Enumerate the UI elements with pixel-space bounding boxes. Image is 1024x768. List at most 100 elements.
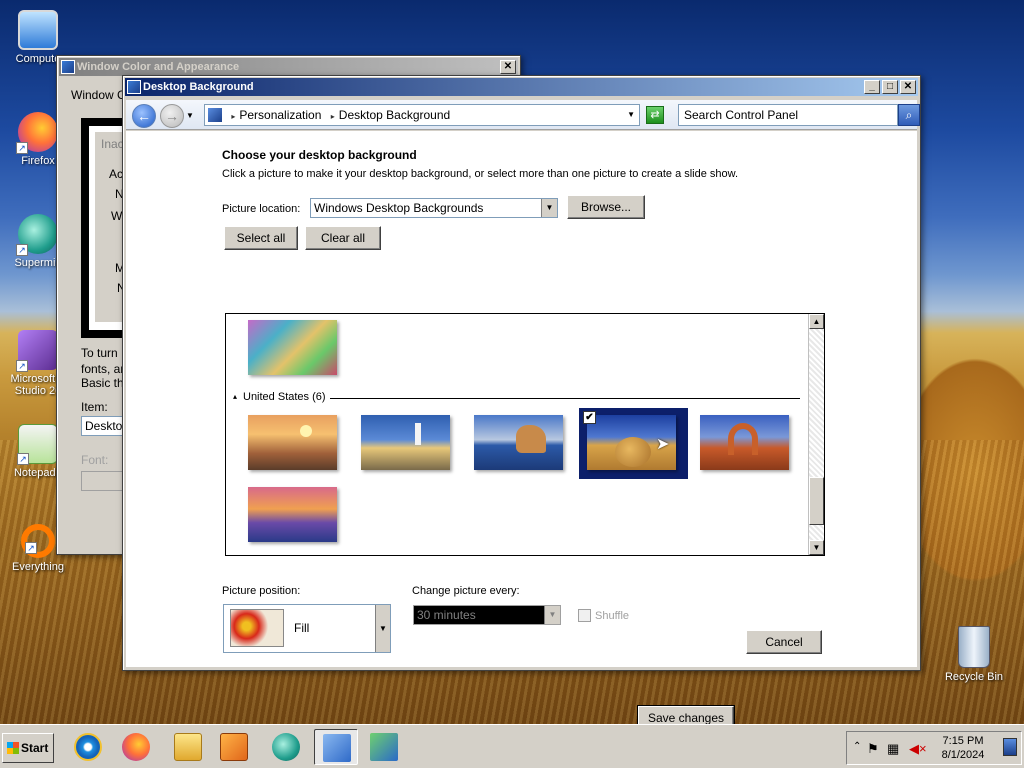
desktop-background-title: Desktop Background [143,81,254,93]
firefox-icon [122,733,150,761]
gallery-scrollbar[interactable]: ▲ ▼ [808,314,824,555]
back-arrow-icon[interactable]: ← [132,104,156,128]
windows-logo-icon [7,742,19,754]
wallpaper-thumb-us-6[interactable] [248,487,337,542]
sunflower-preview-icon [230,609,284,647]
chevron-down-icon[interactable]: ▼ [375,605,390,652]
breadcrumb-separator-icon: ▸ [231,112,236,121]
display-settings-icon [370,733,398,761]
firefox-icon: ↗ [16,112,58,154]
picture-position-value: Fill [294,621,310,635]
picture-position-select[interactable]: Fill ▼ [223,604,391,653]
instructions-line-1: To turn [81,346,118,360]
preview-active-label: Ac [109,167,124,181]
preview-inactive-label: Inac [101,137,124,151]
selected-checkbox-icon[interactable]: ✔ [583,411,596,424]
taskbar-app-firefox[interactable] [114,729,158,765]
taskbar: Start ⌃ ⚑ ▦ ◀× 7:15 PM 8/1/2024 [0,724,1024,768]
breadcrumb-separator-icon: ▸ [330,112,335,121]
picture-location-value: Windows Desktop Backgrounds [314,201,484,215]
preview-window-text: W [111,209,123,223]
desktop-background-window[interactable]: Desktop Background _ □ ✕ ← → ▼ ▸ Personal… [122,75,921,731]
taskbar-app-file-explorer[interactable] [166,729,210,765]
breadcrumb-personalization[interactable]: Personalization [239,108,321,122]
wallpaper-thumb-us-5[interactable] [700,415,789,470]
wallpaper-thumb-us-3[interactable] [474,415,563,470]
shortcut-arrow-icon: ↗ [17,453,29,465]
desktop-icon-label: Everything [12,561,64,573]
change-picture-value: 30 minutes [417,608,476,622]
action-center-flag-icon[interactable]: ⚑ [867,741,879,757]
shortcut-arrow-icon: ↗ [16,244,28,256]
clock[interactable]: 7:15 PM 8/1/2024 [933,734,993,762]
taskbar-app-supermium[interactable] [264,729,308,765]
desktop-icon-recycle-bin[interactable]: Recycle Bin [936,626,1012,683]
desktop-background-titlebar[interactable]: Desktop Background _ □ ✕ [125,78,918,96]
select-all-button[interactable]: Select all [224,226,298,250]
font-label: Font: [81,453,109,467]
desktop-background-window-icon [127,80,141,94]
control-panel-icon [208,108,222,122]
show-hidden-icons-icon[interactable]: ⌃ [853,741,861,752]
forward-arrow-icon[interactable]: → [160,104,184,128]
item-select-value: Deskto [85,419,123,433]
shortcut-arrow-icon: ↗ [25,542,37,554]
recent-pages-chevron-icon[interactable]: ▼ [186,111,194,120]
shuffle-label: Shuffle [595,610,630,622]
address-bar: ← → ▼ ▸ Personalization ▸ Desktop Backgrou… [126,100,920,130]
shortcut-arrow-icon: ↗ [16,142,28,154]
start-label: Start [21,741,49,755]
clear-all-button[interactable]: Clear all [305,226,381,250]
taskbar-app-control-panel[interactable] [314,729,358,765]
recycle-bin-icon [958,626,990,668]
search-icon[interactable]: ⌕ [898,104,920,126]
file-explorer-icon [174,733,202,761]
browse-button[interactable]: Browse... [567,195,645,219]
window-color-appearance-titlebar[interactable]: Window Color and Appearance ✕ [59,58,518,76]
item-label: Item: [81,400,108,414]
shortcut-arrow-icon: ↗ [16,360,28,372]
instructions-line-2: fonts, ar [81,362,125,376]
clock-date: 8/1/2024 [941,749,985,761]
start-button[interactable]: Start [2,733,54,763]
group-header-label[interactable]: United States (6) [243,391,332,403]
group-collapse-icon[interactable]: ▴ [233,392,237,401]
wallpaper-thumb-us-2[interactable] [361,415,450,470]
page-description: Click a picture to make it your desktop … [222,168,739,180]
maximize-icon[interactable]: □ [882,80,898,94]
chevron-down-icon[interactable]: ▼ [541,199,557,217]
supermium-icon: ↗ [16,214,58,256]
breadcrumb-desktop-background[interactable]: Desktop Background [339,108,450,122]
scroll-up-icon[interactable]: ▲ [809,314,824,329]
wallpaper-thumb[interactable] [248,320,337,375]
picture-location-select[interactable]: Windows Desktop Backgrounds ▼ [310,198,558,218]
minimize-icon[interactable]: _ [864,80,880,94]
address-dropdown-icon[interactable]: ▼ [627,105,635,125]
refresh-icon[interactable]: ⇄ [646,106,664,124]
cancel-button[interactable]: Cancel [746,630,822,654]
system-tray: ⌃ ⚑ ▦ ◀× 7:15 PM 8/1/2024 [846,731,1022,765]
taskbar-app-internet-explorer[interactable] [66,729,110,765]
taskbar-app-media-player[interactable] [212,729,256,765]
taskbar-app-display-settings[interactable] [362,729,406,765]
control-panel-icon [323,734,351,762]
notepad-plus-plus-icon: ↗ [17,424,58,465]
scroll-down-icon[interactable]: ▼ [809,540,824,555]
volume-muted-icon[interactable]: ◀× [909,741,927,757]
window-color-appearance-title: Window Color and Appearance [77,61,240,73]
internet-explorer-icon [74,733,102,761]
close-icon[interactable]: ✕ [900,80,916,94]
picture-gallery[interactable]: ▴ United States (6) ✔ ➤ ▲ ▼ [225,313,825,556]
show-desktop-icon[interactable] [1003,738,1017,756]
back-window-close-icon[interactable]: ✕ [500,60,516,74]
network-icon[interactable]: ▦ [887,741,899,757]
change-picture-select: 30 minutes ▼ [413,605,561,625]
window-color-appearance-icon [61,60,75,74]
scroll-thumb[interactable] [809,477,824,525]
visual-studio-icon: ↗ [16,330,58,372]
search-input[interactable]: Search Control Panel [678,104,898,126]
group-divider [330,398,800,399]
shuffle-checkbox [578,609,591,622]
address-breadcrumb[interactable]: ▸ Personalization ▸ Desktop Background ▼ [204,104,640,126]
wallpaper-thumb-us-1[interactable] [248,415,337,470]
